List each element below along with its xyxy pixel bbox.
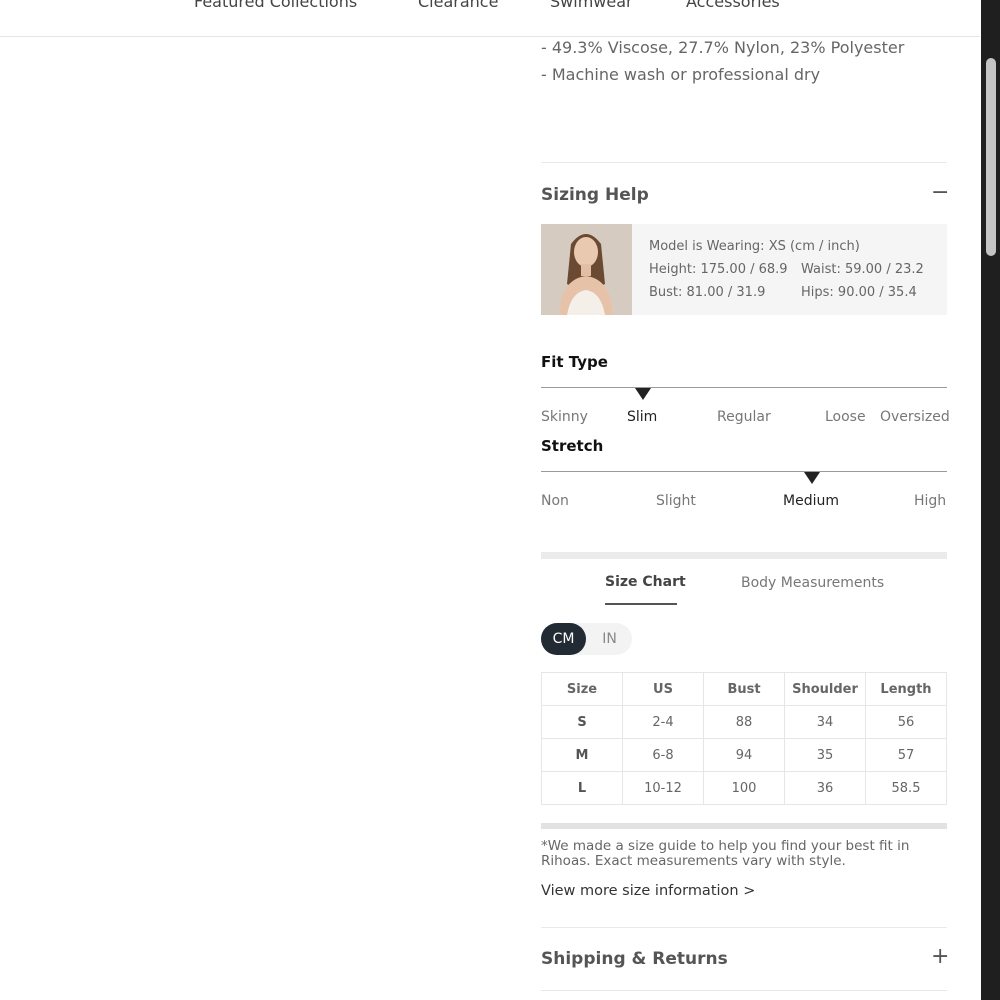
table-cell: 56 [865, 705, 947, 739]
size-chart-top-bar [541, 552, 947, 559]
table-cell: L [541, 771, 623, 805]
size-chart-table: Size US Bust Shoulder Length S 2-4 88 34… [541, 672, 947, 805]
stretch-option-medium: Medium [783, 493, 839, 509]
fit-option-slim: Slim [627, 409, 658, 425]
sizing-help-title[interactable]: Sizing Help [541, 185, 649, 205]
unit-in-button[interactable]: IN [587, 623, 632, 655]
minus-icon[interactable]: − [931, 182, 949, 204]
size-guide-note: *We made a size guide to help you find y… [541, 838, 910, 869]
table-cell: 34 [784, 705, 866, 739]
fit-option-skinny: Skinny [541, 409, 588, 425]
fit-type-title: Fit Type [541, 353, 608, 371]
stretch-marker-icon [804, 472, 820, 484]
stretch-option-slight: Slight [656, 493, 696, 509]
view-more-size-info-link[interactable]: View more size information > [541, 883, 755, 899]
fit-type-scale-line [541, 387, 947, 388]
model-height: Height: 175.00 / 68.9 [649, 262, 788, 277]
active-tab-underline [605, 603, 677, 605]
table-row: L 10-12 100 36 58.5 [541, 771, 947, 805]
model-info-card: Model is Wearing: XS (cm / inch) Height:… [541, 224, 947, 315]
header-us: US [622, 672, 704, 706]
nav-accessories[interactable]: Accessories [686, 0, 780, 11]
table-header-row: Size US Bust Shoulder Length [541, 672, 947, 706]
model-photo [541, 224, 632, 315]
unit-toggle: CM IN [541, 623, 632, 655]
table-cell: 57 [865, 738, 947, 772]
header-shoulder: Shoulder [784, 672, 866, 706]
header-size: Size [541, 672, 623, 706]
stretch-option-high: High [914, 493, 947, 509]
stretch-option-non: Non [541, 493, 569, 509]
header-bust: Bust [703, 672, 785, 706]
page-scrollbar[interactable] [981, 0, 1000, 1000]
table-cell: 100 [703, 771, 785, 805]
model-waist: Waist: 59.00 / 23.2 [801, 262, 924, 277]
nav-swimwear[interactable]: Swimwear [550, 0, 633, 11]
model-wearing: Model is Wearing: XS (cm / inch) [649, 239, 860, 254]
model-bust: Bust: 81.00 / 31.9 [649, 285, 766, 300]
table-cell: 58.5 [865, 771, 947, 805]
table-cell: 36 [784, 771, 866, 805]
stretch-title: Stretch [541, 437, 604, 455]
size-table-scrollbar[interactable] [541, 823, 947, 829]
header-length: Length [865, 672, 947, 706]
section-divider [541, 990, 947, 991]
table-cell: S [541, 705, 623, 739]
table-row: M 6-8 94 35 57 [541, 738, 947, 772]
table-cell: 88 [703, 705, 785, 739]
nav-clearance[interactable]: Clearance [418, 0, 498, 11]
top-navigation: Featured Collections Clearance Swimwear … [0, 0, 980, 37]
nav-featured-collections[interactable]: Featured Collections [194, 0, 357, 11]
table-cell: M [541, 738, 623, 772]
model-hips: Hips: 90.00 / 35.4 [801, 285, 917, 300]
table-cell: 10-12 [622, 771, 704, 805]
tab-size-chart[interactable]: Size Chart [605, 574, 686, 590]
table-cell: 2-4 [622, 705, 704, 739]
care-instructions: - Machine wash or professional dry [541, 65, 821, 84]
shipping-returns-title[interactable]: Shipping & Returns [541, 949, 728, 969]
material-composition: - 49.3% Viscose, 27.7% Nylon, 23% Polyes… [541, 38, 905, 57]
section-divider [541, 927, 947, 928]
fit-type-marker-icon [635, 388, 651, 400]
stretch-scale-line [541, 471, 947, 472]
fit-option-oversized: Oversized [880, 409, 950, 425]
tab-body-measurements[interactable]: Body Measurements [741, 575, 884, 591]
table-cell: 94 [703, 738, 785, 772]
table-row: S 2-4 88 34 56 [541, 705, 947, 739]
section-divider [541, 162, 947, 163]
fit-option-regular: Regular [717, 409, 771, 425]
unit-cm-button[interactable]: CM [541, 623, 586, 655]
table-cell: 35 [784, 738, 866, 772]
scrollbar-thumb[interactable] [986, 58, 996, 256]
table-cell: 6-8 [622, 738, 704, 772]
plus-icon[interactable]: + [931, 946, 949, 968]
fit-option-loose: Loose [825, 409, 866, 425]
